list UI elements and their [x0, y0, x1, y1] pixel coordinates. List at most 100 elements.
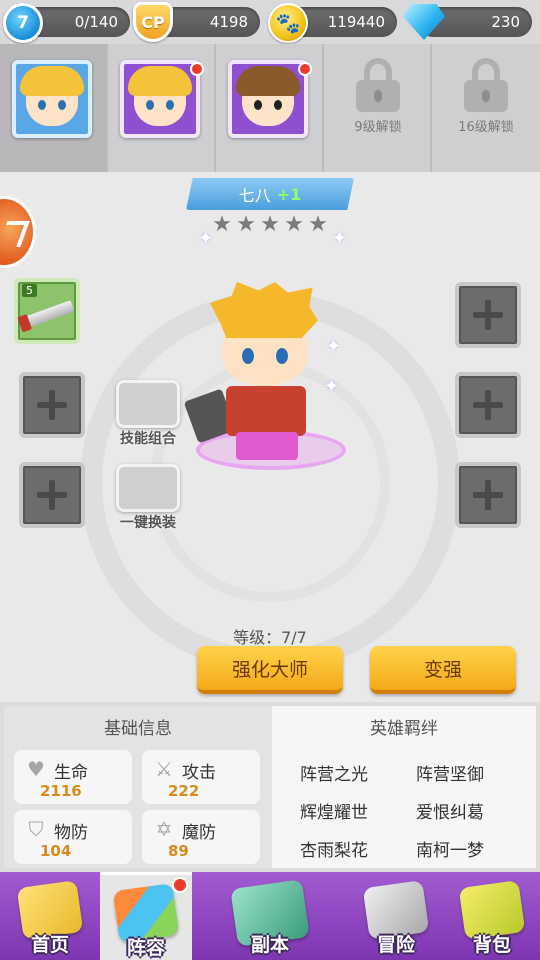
gem-value: 230 — [491, 13, 520, 31]
hero-portrait — [120, 60, 200, 138]
stat-label: 魔防 — [182, 823, 216, 843]
one-click-equip-button[interactable]: 一键换装 — [108, 464, 188, 531]
stat-value: 222 — [168, 782, 200, 800]
hero-plus-level: +1 — [276, 184, 302, 204]
hero-eye — [276, 348, 288, 364]
star-icon: ★ — [284, 212, 304, 237]
gold-value: 119440 — [327, 13, 385, 31]
energy-value: 0/140 — [74, 13, 118, 31]
side-event-icon[interactable] — [0, 196, 36, 268]
hero-slot-3[interactable] — [216, 44, 324, 172]
info-panel: 基础信息 ♥ 生命 2116 ⚔ 攻击 222 ⛉ 物防 104 ✡ 魔防 89… — [0, 702, 540, 872]
sword-icon — [25, 300, 75, 328]
hero-portrait — [12, 60, 92, 138]
star-icon: ★ — [260, 212, 280, 237]
bond-item[interactable]: 辉煌耀世 — [300, 798, 368, 823]
nav-dungeon[interactable]: 副本 — [192, 872, 348, 960]
hero-armor — [226, 386, 306, 436]
plus-icon — [473, 390, 503, 420]
nav-team-label: 阵容 — [126, 937, 165, 959]
hero-star-rating: ★ ★ ★ ★ ★ — [207, 214, 333, 238]
equip-slot-empty[interactable] — [19, 372, 85, 438]
get-stronger-label: 变强 — [423, 658, 462, 681]
hero-character[interactable] — [183, 282, 346, 472]
nav-adventure[interactable]: 冒险 — [348, 872, 444, 960]
player-level-badge[interactable]: 7 — [3, 3, 43, 43]
enhance-master-button[interactable]: 强化大师 — [197, 646, 343, 694]
plus-icon — [473, 300, 503, 330]
skill-combo-button[interactable]: 技能组合 — [108, 380, 188, 447]
bottom-nav: 首页 阵容 副本 冒险 背包 — [0, 872, 540, 960]
hero-slots: 9级解锁 16级解锁 — [0, 44, 540, 172]
nav-bag-label: 背包 — [472, 934, 511, 956]
locked-slot-9[interactable]: 9级解锁 — [324, 44, 432, 172]
stat-value: 104 — [40, 842, 72, 860]
equip-slot-empty[interactable] — [455, 282, 521, 348]
lock-icon — [464, 58, 508, 112]
nav-adventure-label: 冒险 — [376, 934, 415, 956]
weapon-count: 5 — [22, 284, 37, 297]
hero-bonds-tab[interactable]: 英雄羁绊 阵营之光 阵营坚御 辉煌耀世 爱恨纠葛 杏雨梨花 南柯一梦 — [272, 706, 536, 868]
star-icon: ★ — [308, 212, 328, 237]
star-icon: ★ — [212, 212, 232, 237]
hero-name: 七八 — [238, 186, 271, 205]
bond-item[interactable]: 南柯一梦 — [416, 836, 484, 861]
lock-icon — [356, 58, 400, 112]
basic-info-tab[interactable]: 基础信息 ♥ 生命 2116 ⚔ 攻击 222 ⛉ 物防 104 ✡ 魔防 89 — [4, 706, 272, 868]
stat-hp: ♥ 生命 2116 — [14, 750, 132, 804]
hero-portrait — [228, 60, 308, 138]
hero-slot-2[interactable] — [108, 44, 216, 172]
weapon-slot[interactable]: 5 — [14, 278, 80, 344]
plus-icon — [473, 480, 503, 510]
hero-display: 七八 +1 ★ ★ ★ ★ ★ ✦ ✦ ✦ ✦ 5 技能组合 一键换装 等级：7/7 强… — [0, 172, 540, 702]
nav-team[interactable]: 阵容 — [100, 872, 192, 960]
diamond-icon — [403, 4, 445, 40]
stat-physical-defense: ⛉ 物防 104 — [14, 810, 132, 864]
player-level: 7 — [17, 13, 29, 33]
plus-icon — [37, 480, 67, 510]
locked-slot-16[interactable]: 16级解锁 — [432, 44, 540, 172]
combat-power-value: 4198 — [209, 13, 248, 31]
bond-item[interactable]: 阵营坚御 — [416, 760, 484, 785]
stat-label: 生命 — [54, 763, 88, 783]
plus-icon — [37, 390, 67, 420]
bond-item[interactable]: 阵营之光 — [300, 760, 368, 785]
sparkle-icon: ✦ — [332, 228, 348, 249]
notification-dot — [172, 877, 188, 893]
stat-value: 2116 — [40, 782, 82, 800]
cp-label: CP — [141, 12, 165, 32]
resource-bar: 0/140 7 4198 CP 119440 🐾 230 — [0, 0, 540, 44]
sword-icon: ⚔ — [155, 757, 173, 781]
bond-item[interactable]: 杏雨梨花 — [300, 836, 368, 861]
notification-dot — [190, 62, 204, 76]
get-stronger-button[interactable]: 变强 — [370, 646, 516, 694]
bond-item[interactable]: 爱恨纠葛 — [416, 798, 484, 823]
cp-icon: CP — [133, 2, 173, 42]
hero-legs — [236, 432, 298, 460]
nav-home[interactable]: 首页 — [0, 872, 100, 960]
unlock-level-label: 16级解锁 — [458, 120, 514, 135]
enhance-master-label: 强化大师 — [231, 658, 308, 681]
stat-attack: ⚔ 攻击 222 — [142, 750, 260, 804]
gold-coin-icon: 🐾 — [268, 3, 308, 43]
basic-info-title: 基础信息 — [104, 719, 172, 739]
one-click-equip-label: 一键换装 — [120, 515, 176, 531]
hero-bonds-title: 英雄羁绊 — [370, 719, 438, 739]
notification-dot — [298, 62, 312, 76]
skill-combo-label: 技能组合 — [120, 431, 176, 447]
shield-icon: ⛉ — [28, 817, 44, 841]
hero-level-text: 等级：7/7 — [233, 628, 307, 647]
stat-label: 物防 — [54, 823, 88, 843]
equip-slot-empty[interactable] — [455, 372, 521, 438]
stat-magic-defense: ✡ 魔防 89 — [142, 810, 260, 864]
nav-dungeon-label: 副本 — [250, 934, 289, 956]
hero-slot-1[interactable] — [0, 44, 108, 172]
magic-star-icon: ✡ — [155, 817, 173, 841]
armor-icon — [116, 464, 180, 512]
stat-label: 攻击 — [182, 763, 216, 783]
nav-bag[interactable]: 背包 — [444, 872, 540, 960]
equip-slot-empty[interactable] — [19, 462, 85, 528]
equip-slot-empty[interactable] — [455, 462, 521, 528]
hero-name-banner: 七八 +1 — [186, 178, 354, 210]
sparkle-icon: ✦ — [198, 228, 214, 249]
